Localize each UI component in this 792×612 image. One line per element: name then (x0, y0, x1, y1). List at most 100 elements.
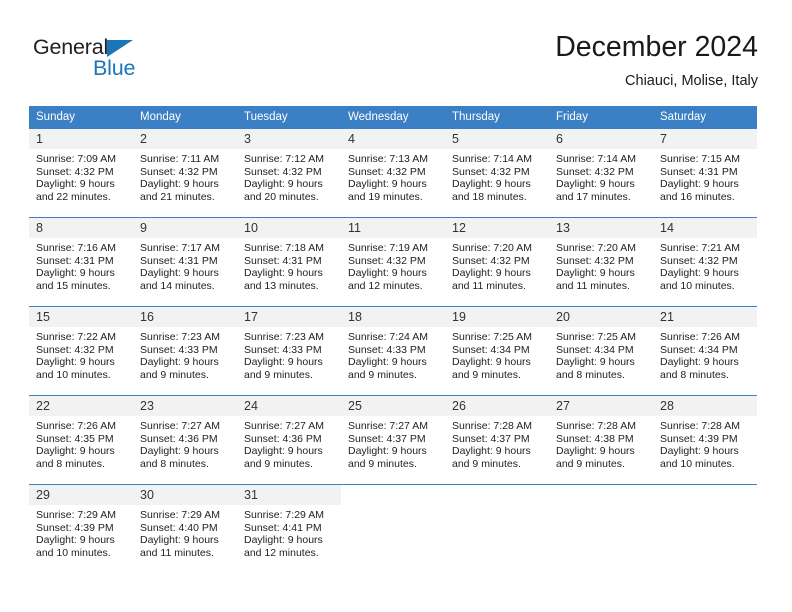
day-detail: Sunrise: 7:21 AM Sunset: 4:32 PM Daylight:… (653, 238, 757, 292)
day-daylight1-text: Daylight: 9 hours (244, 445, 323, 458)
calendar-day-cell-empty (341, 484, 445, 563)
day-detail: Sunrise: 7:27 AM Sunset: 4:36 PM Daylight:… (133, 416, 237, 470)
calendar-week-row: 15 Sunrise: 7:22 AM Sunset: 4:32 PM Dayligh… (29, 306, 757, 385)
calendar-day-cell[interactable]: 18 Sunrise: 7:24 AM Sunset: 4:33 PM Dayligh… (341, 306, 445, 385)
day-number: 19 (445, 307, 549, 327)
day-daylight2-text: and 20 minutes. (244, 190, 319, 203)
calendar-day-cell-empty (445, 484, 549, 563)
weekday-header-sunday: Sunday (29, 106, 133, 129)
day-detail: Sunrise: 7:29 AM Sunset: 4:39 PM Daylight:… (29, 505, 133, 559)
day-detail: Sunrise: 7:17 AM Sunset: 4:31 PM Daylight:… (133, 238, 237, 292)
calendar-day-cell[interactable]: 9 Sunrise: 7:17 AM Sunset: 4:31 PM Daylight… (133, 217, 237, 296)
day-daylight1-text: Daylight: 9 hours (660, 267, 739, 280)
day-sunset-text: Sunset: 4:41 PM (244, 521, 322, 534)
day-sunset-text: Sunset: 4:33 PM (244, 343, 322, 356)
calendar-day-cell[interactable]: 10 Sunrise: 7:18 AM Sunset: 4:31 PM Dayligh… (237, 217, 341, 296)
weekday-header-wednesday: Wednesday (341, 106, 445, 129)
week-spacer-row (29, 296, 757, 307)
day-detail: Sunrise: 7:11 AM Sunset: 4:32 PM Daylight:… (133, 149, 237, 203)
calendar-day-cell[interactable]: 12 Sunrise: 7:20 AM Sunset: 4:32 PM Dayligh… (445, 217, 549, 296)
day-sunset-text: Sunset: 4:31 PM (660, 165, 738, 178)
day-detail: Sunrise: 7:27 AM Sunset: 4:36 PM Daylight:… (237, 416, 341, 470)
calendar-day-cell[interactable]: 26 Sunrise: 7:28 AM Sunset: 4:37 PM Dayligh… (445, 395, 549, 474)
day-daylight1-text: Daylight: 9 hours (348, 445, 427, 458)
calendar-day-cell[interactable]: 8 Sunrise: 7:16 AM Sunset: 4:31 PM Daylight… (29, 217, 133, 296)
day-sunrise-text: Sunrise: 7:29 AM (36, 509, 116, 521)
generalblue-logo[interactable]: General Blue (33, 36, 163, 85)
calendar-day-cell[interactable]: 30 Sunrise: 7:29 AM Sunset: 4:40 PM Dayligh… (133, 484, 237, 563)
day-daylight1-text: Daylight: 9 hours (140, 356, 219, 369)
day-number: 8 (29, 218, 133, 238)
day-number: 18 (341, 307, 445, 327)
calendar-day-cell[interactable]: 1 Sunrise: 7:09 AM Sunset: 4:32 PM Daylight… (29, 128, 133, 207)
calendar-day-cell[interactable]: 13 Sunrise: 7:20 AM Sunset: 4:32 PM Dayligh… (549, 217, 653, 296)
day-sunrise-text: Sunrise: 7:14 AM (452, 153, 532, 165)
day-detail: Sunrise: 7:25 AM Sunset: 4:34 PM Daylight:… (445, 327, 549, 381)
day-detail: Sunrise: 7:24 AM Sunset: 4:33 PM Daylight:… (341, 327, 445, 381)
calendar-day-cell[interactable]: 14 Sunrise: 7:21 AM Sunset: 4:32 PM Dayligh… (653, 217, 757, 296)
day-detail (653, 505, 757, 509)
day-detail: Sunrise: 7:28 AM Sunset: 4:38 PM Daylight:… (549, 416, 653, 470)
calendar-day-cell[interactable]: 15 Sunrise: 7:22 AM Sunset: 4:32 PM Dayligh… (29, 306, 133, 385)
calendar-day-cell[interactable]: 24 Sunrise: 7:27 AM Sunset: 4:36 PM Dayligh… (237, 395, 341, 474)
day-daylight2-text: and 9 minutes. (244, 457, 313, 470)
page-header: General Blue December 2024 Chiauci, Moli… (0, 0, 792, 96)
day-sunrise-text: Sunrise: 7:09 AM (36, 153, 116, 165)
day-number: 28 (653, 396, 757, 416)
calendar-day-cell[interactable]: 4 Sunrise: 7:13 AM Sunset: 4:32 PM Daylight… (341, 128, 445, 207)
day-daylight1-text: Daylight: 9 hours (452, 178, 531, 191)
day-number: 23 (133, 396, 237, 416)
calendar-week-row: 29 Sunrise: 7:29 AM Sunset: 4:39 PM Dayligh… (29, 484, 757, 563)
calendar-day-cell[interactable]: 11 Sunrise: 7:19 AM Sunset: 4:32 PM Dayligh… (341, 217, 445, 296)
calendar-day-cell[interactable]: 7 Sunrise: 7:15 AM Sunset: 4:31 PM Daylight… (653, 128, 757, 207)
day-number: 4 (341, 129, 445, 149)
day-number: 29 (29, 485, 133, 505)
calendar-day-cell[interactable]: 17 Sunrise: 7:23 AM Sunset: 4:33 PM Dayligh… (237, 306, 341, 385)
day-daylight2-text: and 17 minutes. (556, 190, 631, 203)
day-number: 15 (29, 307, 133, 327)
calendar-day-cell[interactable]: 6 Sunrise: 7:14 AM Sunset: 4:32 PM Daylight… (549, 128, 653, 207)
day-detail: Sunrise: 7:09 AM Sunset: 4:32 PM Daylight:… (29, 149, 133, 203)
calendar-day-cell[interactable]: 19 Sunrise: 7:25 AM Sunset: 4:34 PM Dayligh… (445, 306, 549, 385)
calendar-day-cell[interactable]: 31 Sunrise: 7:29 AM Sunset: 4:41 PM Dayligh… (237, 484, 341, 563)
day-number: 20 (549, 307, 653, 327)
day-daylight2-text: and 14 minutes. (140, 279, 215, 292)
calendar-day-cell[interactable]: 2 Sunrise: 7:11 AM Sunset: 4:32 PM Daylight… (133, 128, 237, 207)
calendar-day-cell[interactable]: 20 Sunrise: 7:25 AM Sunset: 4:34 PM Dayligh… (549, 306, 653, 385)
day-number: 21 (653, 307, 757, 327)
week-spacer-row (29, 385, 757, 396)
calendar-day-cell[interactable]: 16 Sunrise: 7:23 AM Sunset: 4:33 PM Dayligh… (133, 306, 237, 385)
day-daylight1-text: Daylight: 9 hours (36, 267, 115, 280)
day-number (549, 485, 653, 505)
day-sunset-text: Sunset: 4:32 PM (348, 254, 426, 267)
calendar-day-cell[interactable]: 5 Sunrise: 7:14 AM Sunset: 4:32 PM Daylight… (445, 128, 549, 207)
day-daylight2-text: and 9 minutes. (348, 368, 417, 381)
day-daylight1-text: Daylight: 9 hours (660, 178, 739, 191)
calendar-day-cell[interactable]: 21 Sunrise: 7:26 AM Sunset: 4:34 PM Dayligh… (653, 306, 757, 385)
day-detail: Sunrise: 7:26 AM Sunset: 4:35 PM Daylight:… (29, 416, 133, 470)
day-daylight2-text: and 8 minutes. (660, 368, 729, 381)
calendar-day-cell[interactable]: 25 Sunrise: 7:27 AM Sunset: 4:37 PM Dayligh… (341, 395, 445, 474)
day-daylight2-text: and 11 minutes. (140, 546, 214, 559)
calendar-day-cell[interactable]: 23 Sunrise: 7:27 AM Sunset: 4:36 PM Dayligh… (133, 395, 237, 474)
day-sunrise-text: Sunrise: 7:28 AM (556, 420, 636, 432)
day-sunset-text: Sunset: 4:32 PM (36, 165, 114, 178)
calendar-day-cell[interactable]: 28 Sunrise: 7:28 AM Sunset: 4:39 PM Dayligh… (653, 395, 757, 474)
day-daylight1-text: Daylight: 9 hours (244, 267, 323, 280)
calendar-day-cell[interactable]: 3 Sunrise: 7:12 AM Sunset: 4:32 PM Daylight… (237, 128, 341, 207)
calendar-day-cell[interactable]: 22 Sunrise: 7:26 AM Sunset: 4:35 PM Dayligh… (29, 395, 133, 474)
day-detail: Sunrise: 7:18 AM Sunset: 4:31 PM Daylight:… (237, 238, 341, 292)
weekday-header-tuesday: Tuesday (237, 106, 341, 129)
day-number: 12 (445, 218, 549, 238)
day-sunrise-text: Sunrise: 7:18 AM (244, 242, 324, 254)
day-detail: Sunrise: 7:23 AM Sunset: 4:33 PM Daylight:… (133, 327, 237, 381)
day-detail: Sunrise: 7:15 AM Sunset: 4:31 PM Daylight:… (653, 149, 757, 203)
day-sunset-text: Sunset: 4:32 PM (556, 165, 634, 178)
day-daylight2-text: and 8 minutes. (36, 457, 105, 470)
calendar-day-cell[interactable]: 27 Sunrise: 7:28 AM Sunset: 4:38 PM Dayligh… (549, 395, 653, 474)
day-detail: Sunrise: 7:26 AM Sunset: 4:34 PM Daylight:… (653, 327, 757, 381)
day-number: 5 (445, 129, 549, 149)
calendar-day-cell[interactable]: 29 Sunrise: 7:29 AM Sunset: 4:39 PM Dayligh… (29, 484, 133, 563)
day-detail (549, 505, 653, 509)
day-daylight1-text: Daylight: 9 hours (140, 534, 219, 547)
